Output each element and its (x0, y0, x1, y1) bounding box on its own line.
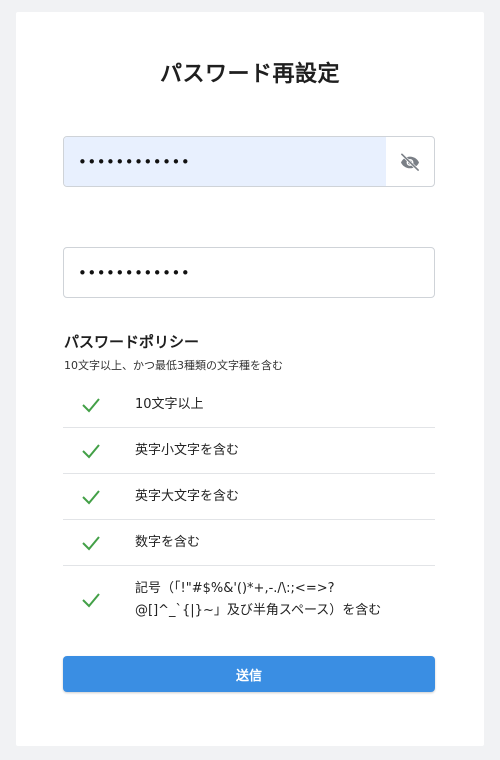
check-icon (81, 396, 101, 414)
policy-rule: 数字を含む (63, 520, 435, 566)
policy-rule-label: 英字大文字を含む (135, 488, 240, 504)
new-password-input[interactable] (64, 137, 386, 186)
submit-button[interactable]: 送信 (63, 656, 435, 692)
check-icon (81, 534, 101, 552)
policy-rule-label: 数字を含む (135, 534, 201, 550)
policy-rule: 記号（「!"#$%&'()*+,-./\:;<=>?@[]^_`{|}~」及び半… (63, 566, 435, 634)
policy-rule-label: 英字小文字を含む (135, 442, 240, 458)
eye-off-icon[interactable] (386, 137, 434, 186)
check-icon (81, 442, 101, 460)
policy-rule: 英字小文字を含む (63, 428, 435, 474)
policy-subtitle: 10文字以上、かつ最低3種類の文字種を含む (64, 359, 283, 372)
page-title: パスワード再設定 (159, 62, 340, 87)
policy-title: パスワードポリシー (64, 333, 200, 351)
policy-rule-label: 記号（「!"#$%&'()*+,-./\:;<=>?@[]^_`{|}~」及び半… (135, 581, 382, 618)
policy-rule: 英字大文字を含む (63, 474, 435, 520)
check-icon (81, 488, 101, 506)
policy-rule-list: 10文字以上 英字小文字を含む 英字大文字を含む 数字を含む 記号（「!"#$%… (63, 382, 435, 634)
reset-card (16, 12, 484, 746)
policy-rule: 10文字以上 (63, 382, 435, 428)
confirm-password-field[interactable] (63, 247, 435, 298)
check-icon (81, 591, 101, 609)
policy-rule-label: 10文字以上 (135, 396, 204, 412)
new-password-field[interactable] (63, 136, 435, 187)
confirm-password-input[interactable] (64, 248, 434, 297)
